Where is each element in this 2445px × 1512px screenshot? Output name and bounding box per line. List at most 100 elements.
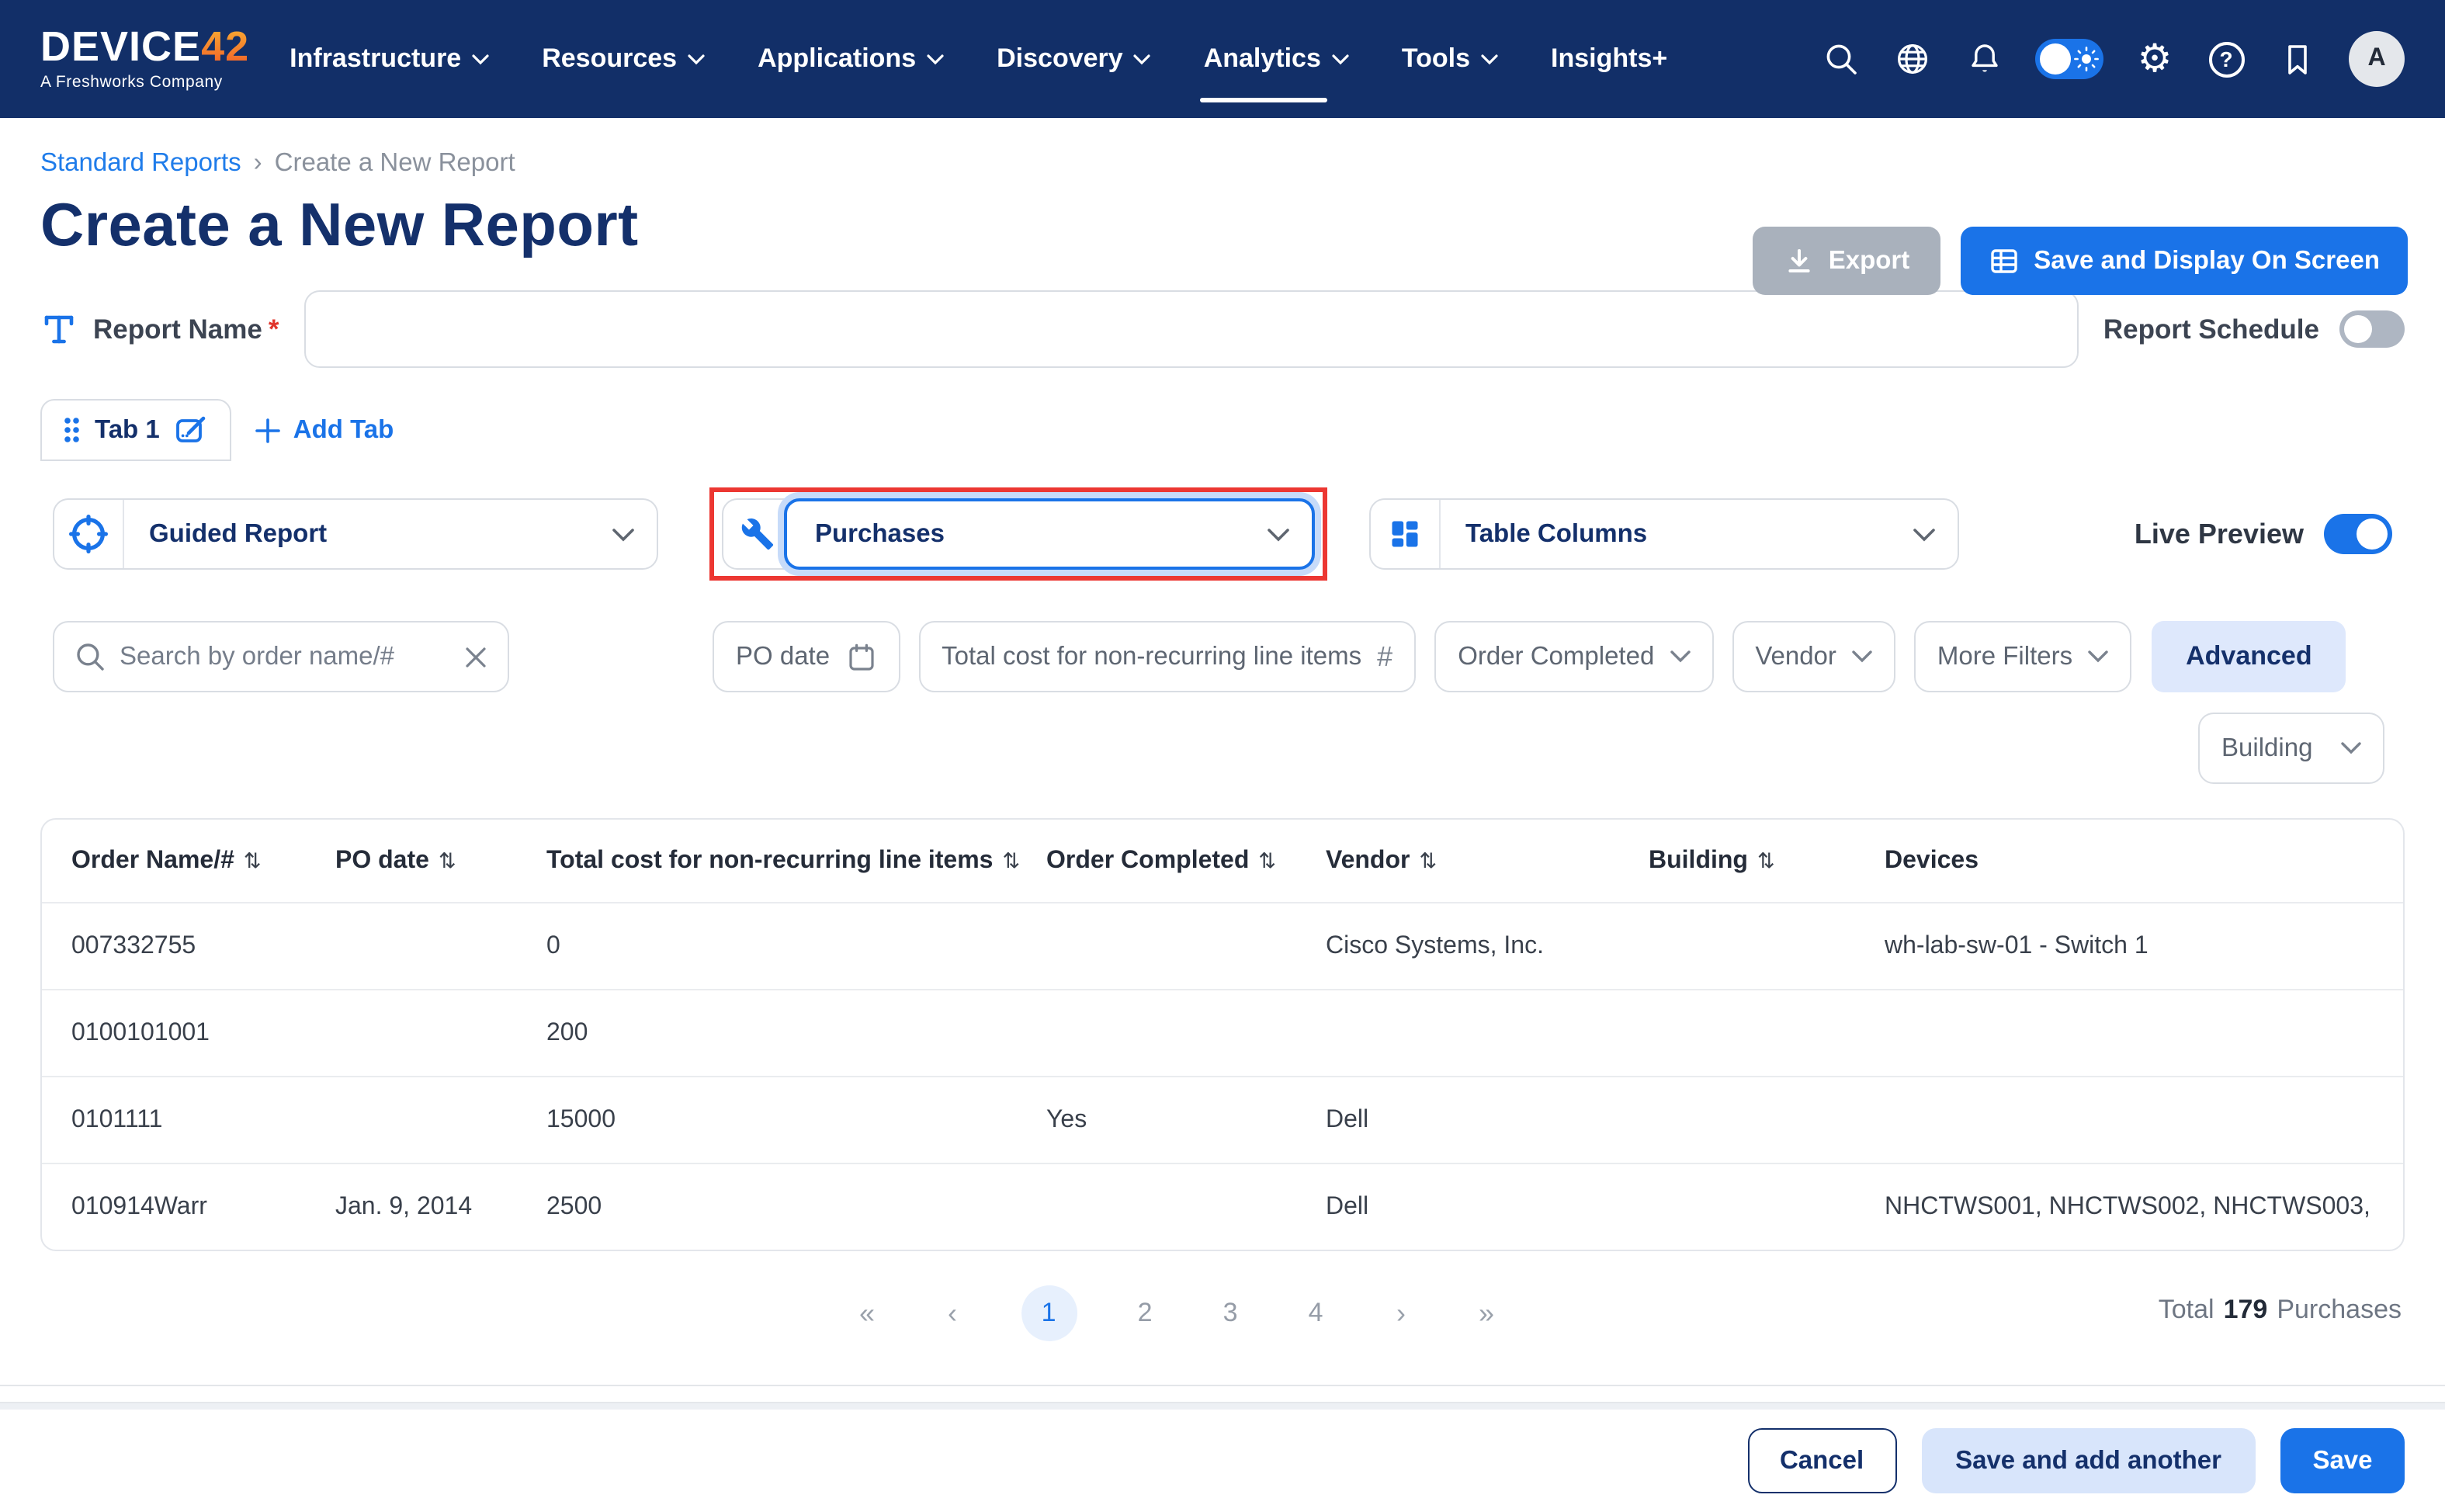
brand-logo[interactable]: DEVICE42 A Freshworks Company — [40, 26, 249, 92]
save-and-add-another-button[interactable]: Save and add another — [1921, 1428, 2256, 1493]
cancel-button[interactable]: Cancel — [1747, 1428, 1896, 1493]
tab-1[interactable]: Tab 1 — [40, 399, 231, 461]
cell-total-cost: 200 — [546, 1019, 1046, 1047]
report-type-value: Guided Report — [149, 519, 327, 549]
settings-icon[interactable]: ⚙ — [2135, 39, 2175, 79]
breadcrumb-standard-reports[interactable]: Standard Reports — [40, 149, 241, 179]
search-input[interactable] — [120, 642, 450, 671]
prev-page-button[interactable]: ‹ — [935, 1297, 969, 1330]
table-icon — [1989, 245, 2020, 276]
results-table: Order Name/# PO date Total cost for non-… — [40, 818, 2405, 1251]
data-source-select[interactable]: Purchases — [784, 498, 1315, 570]
filter-vendor[interactable]: Vendor — [1732, 621, 1895, 692]
report-name-input[interactable] — [303, 290, 2078, 368]
download-icon — [1784, 245, 1815, 276]
table-row[interactable]: 0101111 15000 Yes Dell — [42, 1076, 2403, 1163]
col-order-completed[interactable]: Order Completed — [1046, 847, 1326, 875]
building-row: Building — [40, 713, 2405, 784]
col-order-name[interactable]: Order Name/# — [71, 847, 335, 875]
globe-icon[interactable] — [1892, 39, 1933, 79]
target-icon — [54, 500, 124, 568]
page-3-button[interactable]: 3 — [1213, 1298, 1247, 1329]
col-po-date[interactable]: PO date — [335, 847, 546, 875]
page-2-button[interactable]: 2 — [1128, 1298, 1162, 1329]
sort-icon[interactable] — [1249, 847, 1276, 875]
table-row[interactable]: 007332755 0 Cisco Systems, Inc. wh-lab-s… — [42, 902, 2403, 989]
add-tab-button[interactable]: Add Tab — [255, 415, 394, 445]
page-1-button[interactable]: 1 — [1021, 1285, 1077, 1341]
cell-devices: NHCTWS001, NHCTWS002, NHCTWS003, — [1885, 1193, 2374, 1221]
brand-name: DEVICE42 — [40, 26, 249, 68]
dashboard-icon — [1371, 500, 1441, 568]
chevron-down-icon — [1332, 54, 1349, 64]
notifications-icon[interactable] — [1964, 39, 2004, 79]
filter-po-date[interactable]: PO date — [713, 621, 900, 692]
drag-handle-icon[interactable] — [62, 416, 81, 444]
chevron-down-icon — [1481, 54, 1498, 64]
live-preview-toggle[interactable] — [2324, 514, 2392, 554]
cell-total-cost: 2500 — [546, 1193, 1046, 1221]
filter-total-cost[interactable]: Total cost for non-recurring line items … — [918, 621, 1416, 692]
col-building[interactable]: Building — [1649, 847, 1885, 875]
live-preview: Live Preview — [2135, 514, 2392, 554]
filter-more[interactable]: More Filters — [1914, 621, 2131, 692]
theme-toggle[interactable] — [2035, 39, 2103, 79]
chevron-down-icon — [472, 54, 489, 64]
next-page-button[interactable]: › — [1384, 1297, 1418, 1330]
save-and-display-button[interactable]: Save and Display On Screen — [1961, 227, 2408, 295]
export-button[interactable]: Export — [1753, 227, 1941, 295]
table-row[interactable]: 010914Warr Jan. 9, 2014 2500 Dell NHCTWS… — [42, 1163, 2403, 1250]
menu-applications[interactable]: Applications — [758, 0, 944, 118]
table-row[interactable]: 0100101001 200 — [42, 989, 2403, 1076]
app-window: DEVICE42 A Freshworks Company Infrastruc… — [0, 0, 2445, 1512]
sun-icon — [2074, 47, 2099, 71]
filter-order-completed[interactable]: Order Completed — [1434, 621, 1713, 692]
menu-resources[interactable]: Resources — [542, 0, 705, 118]
main-menu: Infrastructure Resources Applications Di… — [290, 0, 1667, 118]
total-count: Total179Purchases — [2159, 1295, 2402, 1326]
live-preview-label: Live Preview — [2135, 518, 2304, 550]
chevron-down-icon — [1267, 527, 1290, 541]
menu-infrastructure[interactable]: Infrastructure — [290, 0, 489, 118]
sort-icon[interactable] — [1748, 847, 1775, 875]
page-4-button[interactable]: 4 — [1299, 1298, 1333, 1329]
menu-insights[interactable]: Insights+ — [1551, 0, 1667, 118]
bookmark-icon[interactable] — [2277, 39, 2318, 79]
col-total-cost[interactable]: Total cost for non-recurring line items — [546, 847, 1046, 875]
brand-tagline: A Freshworks Company — [40, 73, 249, 92]
chevron-down-icon — [2341, 742, 2361, 754]
sort-icon[interactable] — [429, 847, 456, 875]
last-page-button[interactable]: » — [1469, 1297, 1503, 1330]
report-schedule-label: Report Schedule — [2103, 313, 2319, 345]
navbar-actions: ⚙ A — [1821, 31, 2405, 87]
filter-building[interactable]: Building — [2198, 713, 2384, 784]
advanced-button[interactable]: Advanced — [2152, 621, 2346, 692]
hash-icon: # — [1377, 640, 1392, 673]
report-schedule: Report Schedule — [2103, 310, 2405, 348]
edit-icon[interactable] — [174, 413, 210, 447]
chevron-down-icon — [927, 54, 944, 64]
sort-icon[interactable] — [993, 847, 1020, 875]
sort-icon[interactable] — [234, 847, 262, 875]
menu-tools[interactable]: Tools — [1402, 0, 1498, 118]
selector-row: Guided Report Purchases Table Columns — [40, 487, 2405, 581]
table-columns-select[interactable]: Table Columns — [1369, 498, 1959, 570]
menu-discovery[interactable]: Discovery — [997, 0, 1151, 118]
col-vendor[interactable]: Vendor — [1326, 847, 1649, 875]
clear-icon[interactable] — [464, 645, 487, 668]
order-search — [53, 621, 509, 692]
report-type-select[interactable]: Guided Report — [53, 498, 658, 570]
save-button[interactable]: Save — [2280, 1428, 2405, 1493]
help-icon[interactable] — [2206, 39, 2246, 79]
chevron-down-icon — [612, 527, 635, 541]
main-content: Standard Reports › Create a New Report C… — [0, 149, 2445, 1386]
cell-total-cost: 0 — [546, 932, 1046, 960]
report-schedule-toggle[interactable] — [2339, 310, 2405, 348]
sort-icon[interactable] — [1410, 847, 1437, 875]
menu-analytics[interactable]: Analytics — [1204, 0, 1349, 118]
search-icon[interactable] — [1821, 39, 1861, 79]
avatar[interactable]: A — [2349, 31, 2405, 87]
search-icon — [75, 641, 106, 672]
cell-order-name: 010914Warr — [71, 1193, 335, 1221]
first-page-button[interactable]: « — [850, 1297, 884, 1330]
